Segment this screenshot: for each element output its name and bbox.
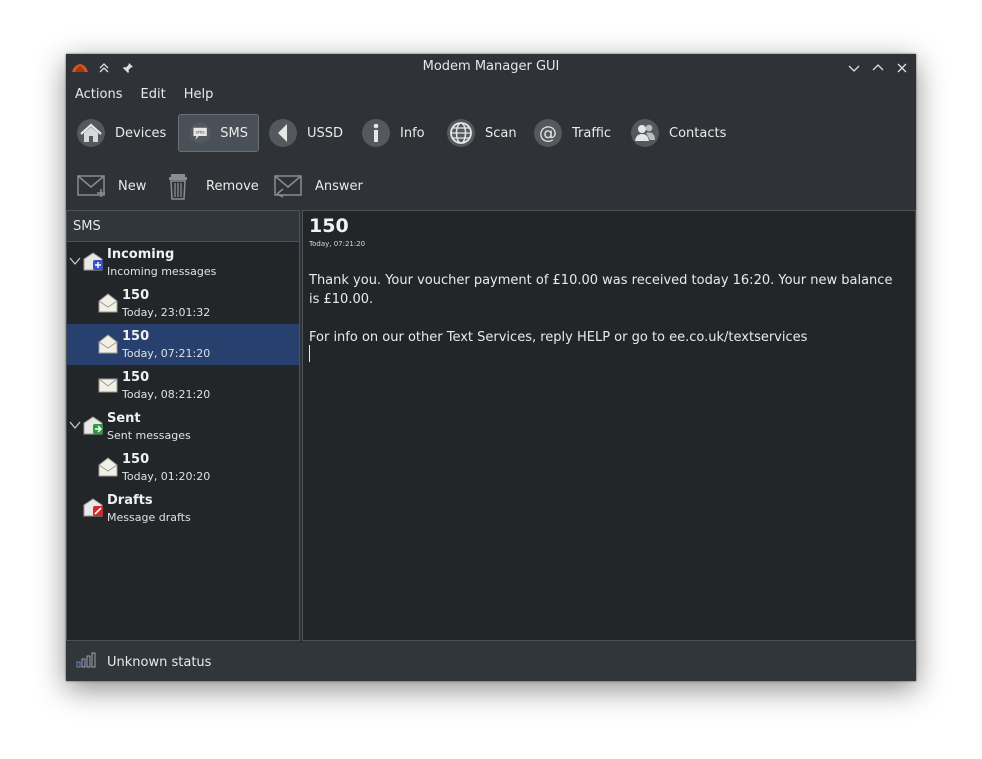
info-button[interactable]: Info [351,114,435,152]
window-title: Modem Manager GUI [422,59,560,74]
status-bar: Unknown status [66,643,916,681]
svg-text:@: @ [539,123,557,144]
main-toolbar: Devices sms SMS USSD Info Scan @ Traffic… [66,112,916,156]
minimize-button[interactable] [844,58,864,78]
chevron-down-icon[interactable] [69,255,81,267]
message-sender: 150 [309,215,349,237]
drafts-icon [83,498,103,517]
contacts-icon [631,119,659,147]
message-from: 150 [122,329,150,344]
text-cursor [309,345,310,362]
message-time: Today, 23:01:32 [122,306,211,319]
status-text: Unknown status [107,655,212,670]
folder-sent-title: Sent [107,411,141,426]
folder-drafts-title: Drafts [107,493,153,508]
message-time: Today, 01:20:20 [122,470,211,483]
message-from: 150 [122,370,150,385]
close-button[interactable] [892,58,912,78]
message-from: 150 [122,452,150,467]
ussd-icon [269,119,297,147]
trash-icon [169,174,187,200]
traffic-label: Traffic [572,125,612,141]
envelope-open-icon [98,293,118,313]
folder-sent[interactable]: Sent Sent messages [67,406,299,447]
envelope-open-icon [98,334,118,354]
answer-label: Answer [315,178,363,194]
outbox-icon [83,416,103,435]
contacts-label: Contacts [669,125,727,141]
folder-sent-subtitle: Sent messages [107,429,191,442]
message-item[interactable]: 150 Today, 23:01:32 [67,283,299,324]
message-item[interactable]: 150 Today, 01:20:20 [67,447,299,488]
folder-drafts[interactable]: Drafts Message drafts [67,488,299,529]
folders-panel: SMS Incoming Incoming messages 150 Today… [66,210,300,641]
devices-label: Devices [115,125,167,141]
envelope-open-icon [98,457,118,477]
folder-drafts-subtitle: Message drafts [107,511,191,524]
sms-icon: sms [189,122,211,144]
svg-text:sms: sms [196,131,206,136]
folder-incoming-subtitle: Incoming messages [107,265,217,278]
message-item-selected[interactable]: 150 Today, 07:21:20 [67,324,299,365]
ussd-button[interactable]: USSD [258,114,353,152]
message-paragraph: For info on our other Text Services, rep… [309,330,808,345]
main-window: Modem Manager GUI Actions Edit Help Devi… [66,54,916,681]
traffic-button[interactable]: @ Traffic [523,114,621,152]
folder-incoming[interactable]: Incoming Incoming messages [67,242,299,283]
message-view[interactable]: 150 Today, 07:21:20 Thank you. Your vouc… [302,210,916,641]
info-label: Info [400,125,425,141]
answer-icon [274,175,302,198]
info-icon [362,119,390,147]
envelope-icon [98,378,118,393]
message-item[interactable]: 150 Today, 08:21:20 [67,365,299,406]
message-time: Today, 07:21:20 [122,347,211,360]
contacts-button[interactable]: Contacts [620,114,736,152]
sms-label: SMS [220,125,248,141]
sms-button[interactable]: sms SMS [178,114,259,152]
ussd-label: USSD [307,125,344,141]
menu-actions[interactable]: Actions [66,82,132,108]
new-message-icon [77,175,105,197]
menu-bar: Actions Edit Help [66,82,222,108]
new-button[interactable]: New [77,170,146,202]
message-time: Today, 08:21:20 [122,388,211,401]
message-timestamp: Today, 07:21:20 [309,240,366,248]
home-icon [77,119,105,147]
menu-edit[interactable]: Edit [132,82,175,108]
remove-button[interactable]: Remove [165,170,259,202]
remove-label: Remove [206,178,259,194]
menu-help[interactable]: Help [175,82,223,108]
answer-button[interactable]: Answer [274,170,363,202]
new-label: New [118,178,147,194]
scan-label: Scan [485,125,517,141]
inbox-icon [83,252,103,271]
signal-icon [76,652,96,668]
chevron-down-icon[interactable] [69,419,81,431]
message-paragraph: Thank you. Your voucher payment of £10.0… [309,273,893,307]
message-from: 150 [122,288,150,303]
devices-button[interactable]: Devices [66,114,176,152]
scan-icon [447,119,475,147]
scan-button[interactable]: Scan [436,114,527,152]
message-body[interactable]: Thank you. Your voucher payment of £10.0… [309,271,899,366]
folders-header[interactable]: SMS [67,211,299,242]
folder-incoming-title: Incoming [107,247,175,262]
title-bar[interactable]: Modem Manager GUI [66,54,916,81]
traffic-icon: @ [534,119,562,147]
sms-toolbar: New Remove Answer [66,166,916,206]
maximize-button[interactable] [868,58,888,78]
